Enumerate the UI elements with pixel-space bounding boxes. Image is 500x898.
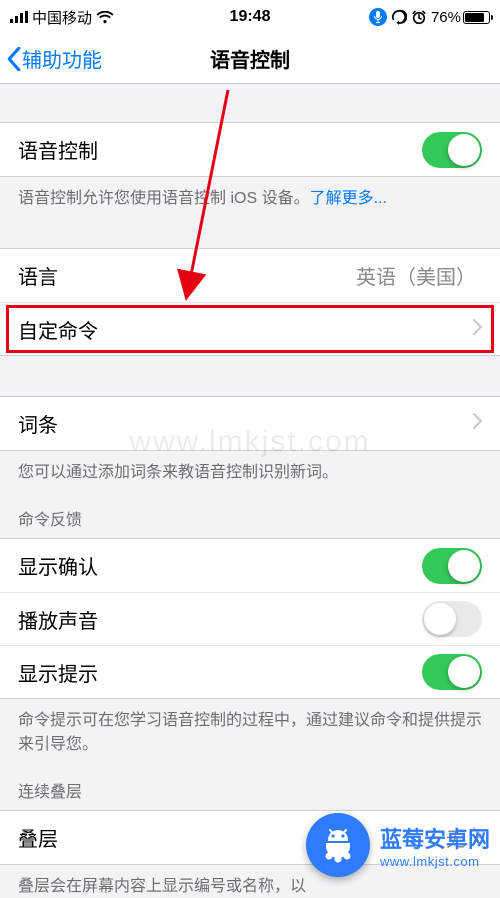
back-button[interactable]: 辅助功能 (0, 44, 102, 73)
chevron-right-icon (472, 412, 482, 435)
custom-commands-label: 自定命令 (18, 315, 98, 344)
play-sound-label: 播放声音 (18, 605, 98, 634)
vocabulary-label: 词条 (18, 409, 58, 438)
play-sound-row[interactable]: 播放声音 (0, 592, 500, 645)
orientation-lock-icon (391, 9, 407, 25)
show-confirm-label: 显示确认 (18, 551, 98, 580)
status-right: 76% (369, 8, 490, 26)
battery-fill (465, 13, 484, 22)
language-row[interactable]: 语言 英语（美国） (0, 249, 500, 302)
status-bar: 中国移动 19:48 76% (0, 0, 500, 34)
voice-control-desc: 语音控制允许您使用语音控制 iOS 设备。了解更多... (0, 177, 500, 210)
show-hint-desc: 命令提示可在您学习语音控制的过程中，通过建议命令和提供提示来引导您。 (0, 699, 500, 755)
brand-overlay: 蓝莓安卓网 www.lmkjst.com (306, 813, 490, 877)
command-feedback-group: 显示确认 播放声音 显示提示 (0, 538, 500, 699)
signal-icon (10, 11, 28, 23)
battery-percent: 76% (431, 9, 461, 26)
battery-indicator: 76% (431, 9, 490, 26)
show-hint-label: 显示提示 (18, 658, 98, 687)
play-sound-toggle[interactable] (422, 601, 482, 637)
voice-control-status-icon (369, 8, 387, 26)
voice-control-label: 语音控制 (18, 135, 98, 164)
vocabulary-group: 词条 (0, 396, 500, 451)
show-confirm-toggle[interactable] (422, 548, 482, 584)
wifi-icon (96, 11, 114, 24)
show-confirm-row[interactable]: 显示确认 (0, 539, 500, 592)
voice-control-toggle[interactable] (422, 132, 482, 168)
language-value: 英语（美国） (356, 261, 476, 290)
chevron-right-icon (472, 318, 482, 341)
language-group: 语言 英语（美国） 自定命令 (0, 248, 500, 356)
voice-control-row[interactable]: 语音控制 (0, 123, 500, 176)
carrier-label: 中国移动 (32, 7, 92, 28)
alarm-icon (411, 9, 427, 25)
voice-control-group: 语音控制 (0, 122, 500, 177)
nav-bar: 辅助功能 语音控制 (0, 34, 500, 84)
brand-name: 蓝莓安卓网 (380, 822, 490, 854)
custom-commands-row[interactable]: 自定命令 (0, 302, 500, 355)
overlay-header: 连续叠层 (0, 756, 500, 810)
command-feedback-header: 命令反馈 (0, 484, 500, 538)
status-left: 中国移动 (10, 7, 114, 28)
vocabulary-desc: 您可以通过添加词条来教语音控制识别新词。 (0, 451, 500, 484)
show-hint-row[interactable]: 显示提示 (0, 645, 500, 698)
settings-content: 语音控制 语音控制允许您使用语音控制 iOS 设备。了解更多... 语言 英语（… (0, 84, 500, 898)
brand-url: www.lmkjst.com (380, 854, 490, 869)
vocabulary-row[interactable]: 词条 (0, 397, 500, 450)
back-label: 辅助功能 (22, 44, 102, 73)
page-title: 语音控制 (210, 44, 290, 73)
learn-more-link[interactable]: 了解更多... (310, 190, 387, 207)
show-hint-toggle[interactable] (422, 654, 482, 690)
overlay-label: 叠层 (18, 823, 58, 852)
status-time: 19:48 (230, 8, 271, 26)
language-label: 语言 (18, 261, 58, 290)
brand-logo-icon (306, 813, 370, 877)
chevron-left-icon (6, 47, 22, 71)
